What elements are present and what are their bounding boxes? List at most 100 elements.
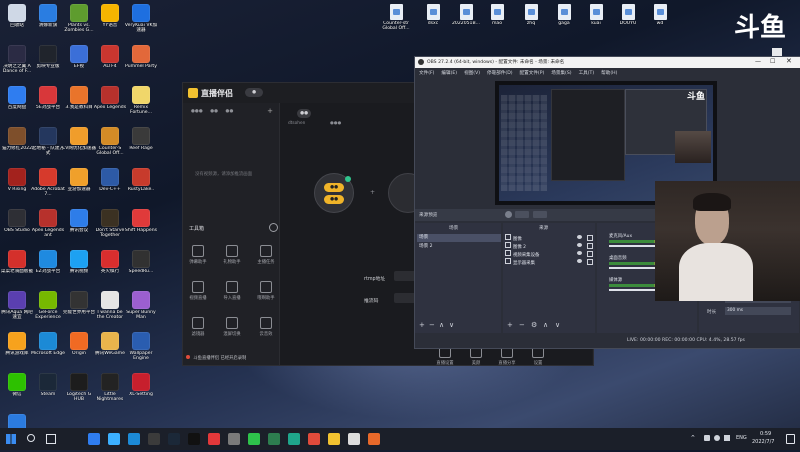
tray-icon-a[interactable]: [704, 435, 710, 441]
excel-icon[interactable]: [268, 433, 280, 445]
desktop-icon[interactable]: Counter-S Global Off...: [93, 125, 127, 165]
store-icon[interactable]: [148, 433, 160, 445]
search-icon[interactable]: [27, 434, 35, 442]
live-action-item[interactable]: 直播设置: [435, 346, 455, 366]
desktop-icon[interactable]: OBS Studio: [0, 207, 34, 247]
desktop-icon[interactable]: 完能世界用平台: [62, 289, 96, 329]
desktop-icon[interactable]: YY语音: [93, 2, 127, 42]
desktop-icon[interactable]: Apex Legends ant: [31, 207, 65, 247]
source-visibility-icon[interactable]: [577, 259, 582, 263]
live-action-item[interactable]: 美颜: [466, 346, 486, 366]
desktop-icon[interactable]: 3.我是教科目: [62, 84, 96, 124]
dock-filter-button[interactable]: [515, 211, 529, 218]
obs-menu-item[interactable]: 视图(V): [464, 71, 480, 76]
obs-minimize-button[interactable]: —: [755, 58, 761, 65]
desktop-file[interactable]: kuai: [580, 2, 612, 42]
tray-icon-b[interactable]: [714, 435, 720, 441]
live-status-pill[interactable]: ●: [245, 88, 263, 97]
desktop-icon[interactable]: Reef Rage: [124, 125, 158, 165]
desktop-icon[interactable]: 回收站: [0, 2, 34, 42]
source-lock-icon[interactable]: [587, 259, 593, 265]
desktop-icon[interactable]: Apex Legends: [93, 84, 127, 124]
source-item[interactable]: 图像: [505, 234, 593, 242]
live-action-item[interactable]: 设置: [528, 346, 548, 366]
file-explorer-icon[interactable]: [88, 433, 100, 445]
edge-icon[interactable]: [128, 433, 140, 445]
source-visibility-icon[interactable]: [577, 251, 582, 255]
clock-time[interactable]: 0:59: [760, 431, 771, 437]
desktop-file[interactable]: Counter-str Global Off...: [380, 2, 412, 42]
desktop-icon[interactable]: EF视: [62, 43, 96, 83]
source-tab-1[interactable]: ●●●: [191, 109, 203, 114]
desktop-icon[interactable]: 亚游加速器: [62, 166, 96, 206]
dock-lock-button[interactable]: [533, 211, 547, 218]
tool-item[interactable]: 主播任务: [256, 245, 276, 265]
obs-source-settings-button[interactable]: ⚙: [531, 321, 537, 329]
desktop-icon[interactable]: 腾讯WeGame: [93, 330, 127, 370]
obs-menu-item[interactable]: 场景集(S): [551, 71, 571, 76]
obs-menu-item[interactable]: 文件(F): [419, 71, 434, 76]
source-tab-3[interactable]: ●●: [226, 109, 234, 114]
source-item[interactable]: 视频采集设备: [505, 250, 593, 258]
obs-menu-item[interactable]: 工具(T): [579, 71, 595, 76]
tool-item[interactable]: 导入直播: [222, 281, 242, 301]
desktop-icon[interactable]: SpeedRu...: [124, 248, 158, 288]
source-lock-icon[interactable]: [587, 235, 593, 241]
tool-item[interactable]: 弹幕助手: [188, 245, 208, 265]
desktop-icon[interactable]: 猫力修红2022: [0, 125, 34, 165]
desktop-icon[interactable]: Logitech G HUB: [62, 371, 96, 411]
app-icon[interactable]: [228, 433, 240, 445]
desktop-icon[interactable]: 百度网盘: [0, 84, 34, 124]
obs-menu-item[interactable]: 帮助(H): [601, 71, 617, 76]
obs-scene-remove-button[interactable]: −: [429, 321, 435, 329]
tool-item[interactable]: 滤镜器: [188, 317, 208, 337]
desktop-icon[interactable]: Don't Starve Together: [93, 207, 127, 247]
desktop-icon[interactable]: Microsoft Edge: [31, 330, 65, 370]
mail-icon[interactable]: [108, 433, 120, 445]
desktop-file[interactable]: DOUYU: [612, 2, 644, 42]
xbox-icon[interactable]: [248, 433, 260, 445]
source-item[interactable]: 显示器采集: [505, 258, 593, 266]
obs-scene-up-button[interactable]: ∧: [439, 321, 444, 329]
tool-item[interactable]: 哦啊助手: [256, 281, 276, 301]
clock-date[interactable]: 2022/7/7: [752, 439, 774, 445]
desktop-icon[interactable]: 决明之之翼 A Dance of F...: [0, 43, 34, 83]
desktop-icon[interactable]: 5E对战平台: [31, 84, 65, 124]
tray-icon-c[interactable]: [724, 435, 730, 441]
steam-icon[interactable]: [168, 433, 180, 445]
douyu-icon[interactable]: [308, 433, 320, 445]
netease-icon[interactable]: [208, 433, 220, 445]
notification-icon[interactable]: [786, 434, 795, 444]
tool-section-more-icon[interactable]: [269, 223, 278, 232]
obs-menu-item[interactable]: 编辑(E): [441, 71, 457, 76]
source-lock-icon[interactable]: [587, 243, 593, 249]
obs-menu-item[interactable]: 配置文件(P): [520, 71, 545, 76]
obs-icon[interactable]: [368, 433, 380, 445]
desktop-icon[interactable]: Adobe Acrobat 7...: [31, 166, 65, 206]
desktop-icon[interactable]: 腾讯会议: [62, 207, 96, 247]
obs-source-down-button[interactable]: ∨: [555, 321, 560, 329]
source-tab-2[interactable]: ●●: [210, 109, 218, 114]
desktop-icon[interactable]: 微信: [0, 371, 34, 411]
obs-source-remove-button[interactable]: −: [519, 321, 525, 329]
obs-maximize-button[interactable]: ☐: [770, 58, 775, 65]
live-add-source-icon[interactable]: +: [267, 107, 273, 115]
obs-menu-item[interactable]: 停靠部件(D): [487, 71, 513, 76]
desktop-icon[interactable]: Shift Happens: [124, 207, 158, 247]
desktop-icon[interactable]: Little Nightmares: [93, 371, 127, 411]
explorer-icon[interactable]: [328, 433, 340, 445]
desktop-icon[interactable]: Steam: [31, 371, 65, 411]
tool-item[interactable]: 云音效: [256, 317, 276, 337]
desktop-icon[interactable]: Origin: [62, 330, 96, 370]
desktop-file[interactable]: mao: [481, 2, 513, 42]
desktop-file[interactable]: zhq: [515, 2, 547, 42]
tray-chevron-icon[interactable]: ⌃: [690, 434, 696, 442]
desktop-icon[interactable]: XL-Setting: [124, 371, 158, 411]
desktop-file[interactable]: wd: [644, 2, 676, 42]
tiktok-icon[interactable]: [188, 433, 200, 445]
language-indicator[interactable]: ENG: [736, 435, 747, 441]
live-action-item[interactable]: 直播分享: [497, 346, 517, 366]
source-visibility-icon[interactable]: [577, 235, 582, 239]
desktop-file[interactable]: dsxc: [417, 2, 449, 42]
desktop-icon[interactable]: 腾讯游戏库: [0, 330, 34, 370]
